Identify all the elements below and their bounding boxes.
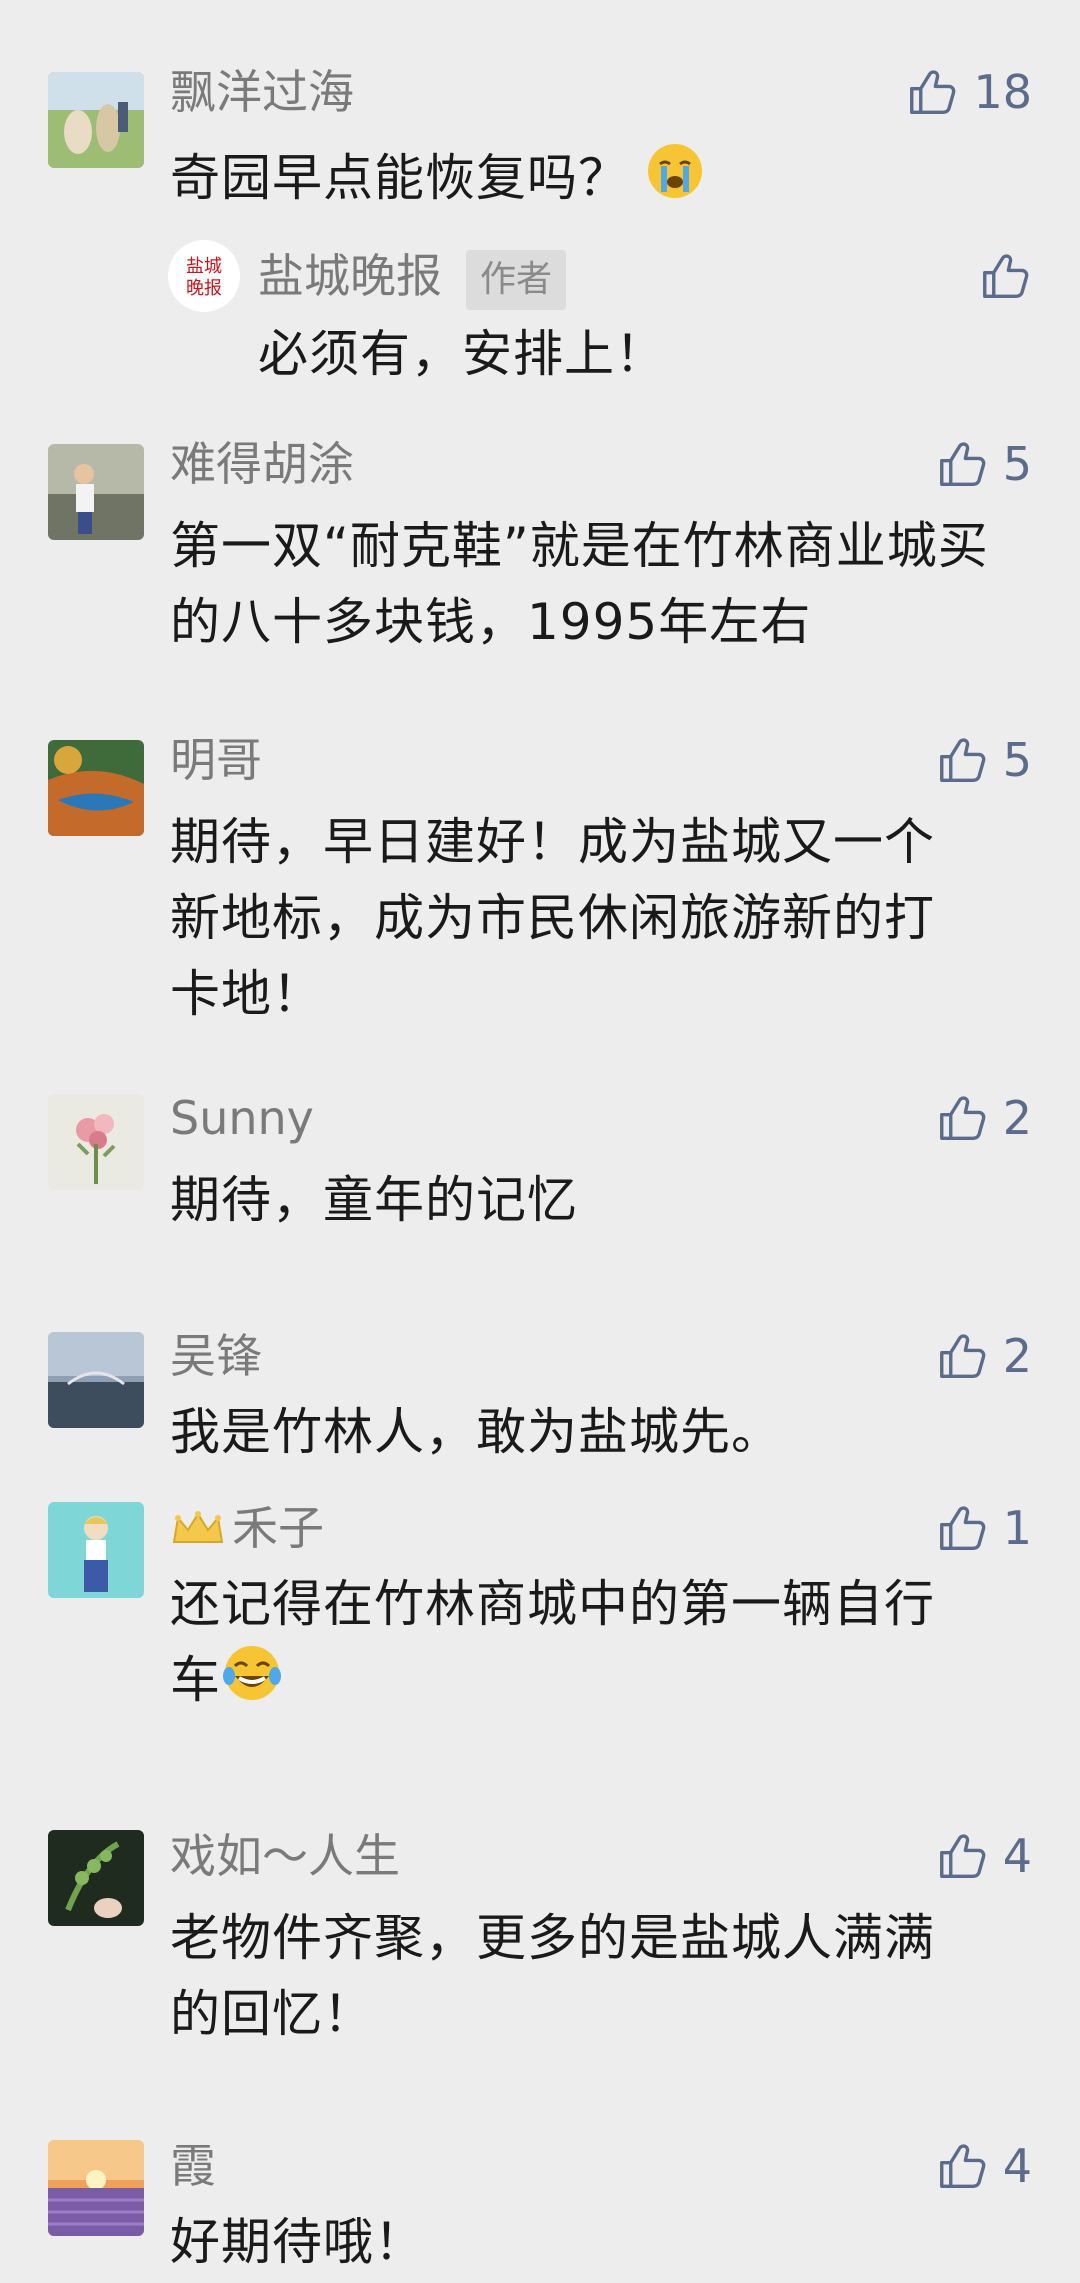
comment-text-line: 还记得在竹林商城中的第一辆自行 bbox=[170, 1575, 935, 1633]
thumbs-up-icon bbox=[935, 733, 989, 787]
comment-text-line: 期待，早日建好！成为盐城又一个 bbox=[170, 813, 935, 871]
svg-text:晚报: 晚报 bbox=[186, 278, 222, 299]
like-button[interactable]: 1 bbox=[935, 1498, 1032, 1558]
thumbs-up-icon bbox=[935, 1091, 989, 1145]
crying-face-emoji bbox=[646, 142, 704, 221]
like-button[interactable]: 4 bbox=[935, 1826, 1032, 1886]
comment-text-line: 老物件齐聚，更多的是盐城人满满 bbox=[170, 1909, 935, 1967]
user-avatar[interactable] bbox=[48, 444, 144, 540]
comment-text-line: 卡地！ bbox=[170, 965, 323, 1023]
like-button[interactable]: 2 bbox=[935, 1326, 1032, 1386]
like-button[interactable]: 4 bbox=[935, 2136, 1032, 2196]
like-count: 5 bbox=[1002, 733, 1032, 787]
like-count: 2 bbox=[1002, 1091, 1032, 1145]
thumbs-up-icon bbox=[935, 1501, 989, 1555]
user-avatar[interactable] bbox=[48, 1830, 144, 1926]
author-username[interactable]: 盐城晚报 作者 bbox=[258, 246, 567, 310]
username-text[interactable]: 禾子 bbox=[232, 1500, 324, 1556]
comment-text: 第一双“耐克鞋”就是在竹林商业城买 的八十多块钱，1995年左右 bbox=[170, 508, 1030, 660]
like-count: 1 bbox=[1002, 1501, 1032, 1555]
comment-username[interactable]: 戏如～人生 bbox=[170, 1828, 400, 1884]
like-button[interactable]: 2 bbox=[935, 1088, 1032, 1148]
comment-username[interactable]: 难得胡涂 bbox=[170, 436, 354, 492]
thumbs-up-icon bbox=[935, 2139, 989, 2193]
user-avatar[interactable] bbox=[48, 2140, 144, 2236]
like-count: 18 bbox=[973, 65, 1032, 119]
comment-text: 奇园早点能恢复吗？ bbox=[170, 140, 1030, 221]
reply-text: 必须有，安排上！ bbox=[258, 325, 666, 383]
like-button[interactable]: 18 bbox=[905, 62, 1032, 122]
comment-text: 老物件齐聚，更多的是盐城人满满 的回忆！ bbox=[170, 1900, 1030, 2052]
tears-of-joy-emoji bbox=[221, 1642, 283, 1725]
comment-username[interactable]: 明哥 bbox=[170, 732, 262, 788]
comment-text: 还记得在竹林商城中的第一辆自行 车 bbox=[170, 1566, 1030, 1725]
comment-username[interactable]: 霞 bbox=[170, 2138, 216, 2194]
comment-text: 期待，童年的记忆 bbox=[170, 1171, 578, 1229]
comment-text: 好期待哦！ bbox=[170, 2213, 425, 2271]
like-button[interactable]: 5 bbox=[935, 434, 1032, 494]
like-count: 4 bbox=[1002, 1829, 1032, 1883]
thumbs-up-icon bbox=[935, 1829, 989, 1883]
user-avatar[interactable] bbox=[48, 1332, 144, 1428]
like-button[interactable] bbox=[978, 246, 1032, 306]
user-avatar[interactable] bbox=[48, 72, 144, 168]
comment-username[interactable]: 飘洋过海 bbox=[170, 64, 354, 120]
comment-username[interactable]: Sunny bbox=[170, 1090, 314, 1146]
user-avatar[interactable] bbox=[48, 1094, 144, 1190]
comment-text-content: 奇园早点能恢复吗？ bbox=[170, 149, 629, 207]
comment-text-line: 新地标，成为市民休闲旅游新的打 bbox=[170, 889, 935, 947]
thumbs-up-icon bbox=[935, 437, 989, 491]
like-count: 5 bbox=[1002, 437, 1032, 491]
author-name[interactable]: 盐城晚报 bbox=[258, 249, 442, 303]
comment-text-line: 的回忆！ bbox=[170, 1985, 374, 2043]
comment-username[interactable]: 禾子 bbox=[170, 1500, 324, 1556]
thumbs-up-icon bbox=[905, 65, 959, 119]
thumbs-up-icon bbox=[978, 249, 1032, 303]
author-badge: 作者 bbox=[466, 249, 567, 310]
crown-icon bbox=[172, 1511, 224, 1543]
author-avatar[interactable]: 盐城 晚报 bbox=[168, 240, 240, 312]
like-button[interactable]: 5 bbox=[935, 730, 1032, 790]
comment-text-content: 车 bbox=[170, 1651, 221, 1709]
comment-text: 我是竹林人，敢为盐城先。 bbox=[170, 1403, 782, 1461]
comment-text-line: 的八十多块钱，1995年左右 bbox=[170, 593, 812, 651]
thumbs-up-icon bbox=[935, 1329, 989, 1383]
like-count: 2 bbox=[1002, 1329, 1032, 1383]
comment-text: 期待，早日建好！成为盐城又一个 新地标，成为市民休闲旅游新的打 卡地！ bbox=[170, 804, 1030, 1032]
like-count: 4 bbox=[1002, 2139, 1032, 2193]
comment-text-line: 第一双“耐克鞋”就是在竹林商业城买 bbox=[170, 517, 989, 575]
comment-username[interactable]: 吴锋 bbox=[170, 1328, 262, 1384]
comment-text-line: 车 bbox=[170, 1642, 1030, 1725]
logo-text: 盐城 bbox=[186, 256, 222, 277]
user-avatar[interactable] bbox=[48, 740, 144, 836]
user-avatar[interactable] bbox=[48, 1502, 144, 1598]
